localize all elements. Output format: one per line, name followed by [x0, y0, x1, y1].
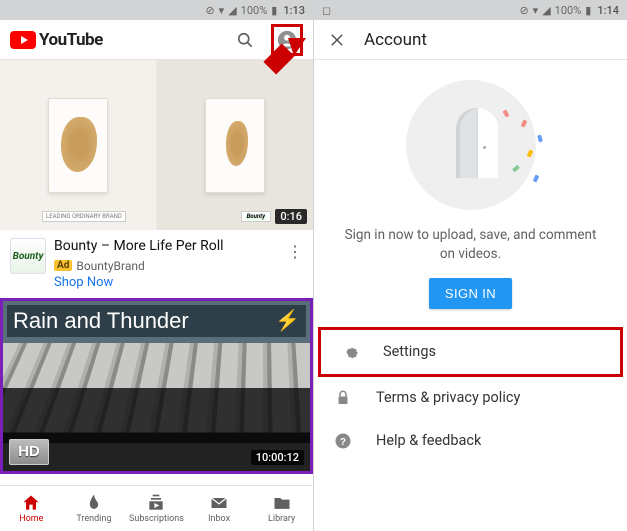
video-duration: 0:16	[275, 209, 307, 224]
mail-icon	[209, 493, 229, 513]
status-bar: ◻ ⊘ ▾ ◢ 100% ▮ 1:14	[314, 0, 627, 20]
signin-illustration	[406, 80, 536, 210]
app-bar: YouTube	[0, 20, 313, 60]
signal-icon: ◢	[542, 4, 550, 17]
dnd-icon: ⊘	[519, 4, 528, 17]
menu-label: Terms & privacy policy	[376, 389, 520, 406]
nav-home[interactable]: Home	[0, 486, 63, 531]
cast-icon: ◻	[322, 4, 331, 17]
search-icon	[235, 30, 255, 50]
menu-label: Settings	[383, 343, 436, 360]
nav-library[interactable]: Library	[250, 486, 313, 531]
lightning-icon: ⚡	[275, 308, 300, 333]
panel-title: Account	[364, 30, 427, 50]
status-bar: ⊘ ▾ ◢ 100% ▮ 1:13	[0, 0, 313, 20]
clock: 1:14	[597, 4, 619, 17]
account-button[interactable]	[271, 24, 303, 56]
search-button[interactable]	[229, 24, 261, 56]
shop-now-link[interactable]: Shop Now	[54, 275, 275, 290]
home-icon	[21, 493, 41, 513]
bottom-nav: Home Trending Subscriptions Inbox Librar…	[0, 485, 313, 531]
phone-youtube-home: ⊘ ▾ ◢ 100% ▮ 1:13 YouTube LE	[0, 0, 313, 531]
folder-icon	[272, 493, 292, 513]
brand-tag: LEADING ORDINARY BRAND	[42, 211, 126, 222]
brand-tag-bounty: Bounty	[241, 211, 271, 222]
account-header: Account	[314, 20, 627, 60]
menu-settings[interactable]: Settings	[318, 327, 623, 377]
clock: 1:13	[283, 4, 305, 17]
wifi-icon: ▾	[533, 4, 539, 17]
svg-text:?: ?	[340, 437, 346, 448]
battery-text: 100%	[241, 4, 268, 17]
video-duration: 10:00:12	[251, 450, 304, 465]
close-icon[interactable]	[328, 31, 346, 49]
signal-icon: ◢	[228, 4, 236, 17]
ad-badge: Ad	[54, 260, 72, 271]
battery-text: 100%	[555, 4, 582, 17]
account-icon	[276, 29, 298, 51]
channel-name[interactable]: BountyBrand	[76, 259, 144, 273]
youtube-logo[interactable]: YouTube	[10, 30, 103, 50]
nav-trending[interactable]: Trending	[63, 486, 126, 531]
subscriptions-icon	[146, 493, 166, 513]
help-icon: ?	[332, 431, 354, 451]
gear-icon	[339, 342, 361, 362]
wifi-icon: ▾	[219, 4, 225, 17]
phone-account-panel: ◻ ⊘ ▾ ◢ 100% ▮ 1:14 Account Sign in now …	[313, 0, 627, 531]
more-button[interactable]: ⋮	[283, 238, 303, 290]
menu-help[interactable]: ? Help & feedback	[314, 419, 627, 463]
video-thumbnail[interactable]: LEADING ORDINARY BRAND Bounty 0:16	[0, 60, 313, 230]
nav-inbox[interactable]: Inbox	[188, 486, 251, 531]
battery-icon: ▮	[585, 4, 591, 17]
video-overlay-title: Rain and Thunder ⚡	[7, 305, 306, 337]
play-icon	[10, 31, 36, 49]
battery-icon: ▮	[271, 4, 277, 17]
menu-label: Help & feedback	[376, 432, 481, 449]
video-thumbnail[interactable]: Rain and Thunder ⚡ HD 10:00:12	[0, 298, 313, 474]
signin-message: Sign in now to upload, save, and comment…	[342, 226, 599, 264]
signin-button[interactable]: SIGN IN	[429, 278, 512, 309]
hd-badge: HD	[9, 439, 49, 465]
menu-terms[interactable]: Terms & privacy policy	[314, 377, 627, 419]
nav-subscriptions[interactable]: Subscriptions	[125, 486, 188, 531]
channel-avatar[interactable]: Bounty	[10, 238, 46, 274]
brand-text: YouTube	[39, 30, 103, 50]
fire-icon	[84, 493, 104, 513]
dnd-icon: ⊘	[205, 4, 214, 17]
video-meta: Bounty Bounty – More Life Per Roll Ad Bo…	[0, 230, 313, 298]
lock-icon	[332, 389, 354, 407]
video-title[interactable]: Bounty – More Life Per Roll	[54, 238, 275, 256]
account-menu: Settings Terms & privacy policy ? Help &…	[314, 327, 627, 463]
